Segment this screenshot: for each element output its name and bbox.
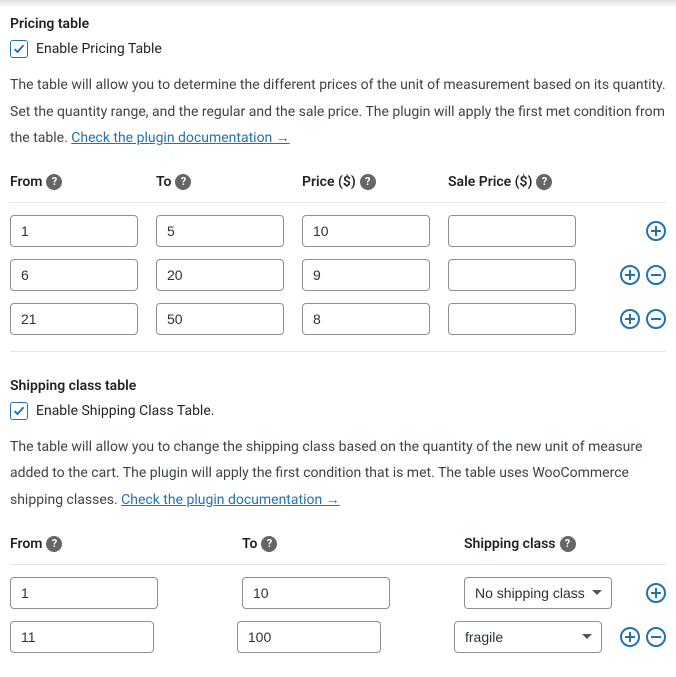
add-row-button[interactable]	[646, 583, 666, 603]
shipping-row: No shipping classfragile	[10, 571, 666, 615]
pricing-title: Pricing table	[10, 16, 666, 32]
help-icon[interactable]: ?	[46, 174, 62, 190]
pricing-doc-link[interactable]: Check the plugin documentation →	[71, 130, 290, 146]
pricing-to-input[interactable]	[156, 259, 284, 291]
divider	[10, 351, 666, 352]
enable-shipping-checkbox[interactable]	[10, 402, 28, 420]
shipping-from-input[interactable]	[10, 577, 158, 609]
pricing-row	[10, 253, 666, 297]
shipping-title: Shipping class table	[10, 378, 666, 394]
pricing-saleprice-input[interactable]	[448, 303, 576, 335]
add-row-button[interactable]	[620, 309, 640, 329]
shipping-description: The table will allow you to change the s…	[10, 434, 666, 514]
pricing-price-input[interactable]	[302, 215, 430, 247]
shipping-to-input[interactable]	[242, 577, 390, 609]
shipping-from-input[interactable]	[10, 621, 154, 653]
enable-shipping-row[interactable]: Enable Shipping Class Table.	[10, 402, 666, 420]
pricing-header-to: To ?	[156, 174, 284, 190]
pricing-from-input[interactable]	[10, 303, 138, 335]
help-icon[interactable]: ?	[261, 536, 277, 552]
help-icon[interactable]: ?	[46, 536, 62, 552]
enable-shipping-label: Enable Shipping Class Table.	[36, 403, 214, 419]
shipping-section: Shipping class table Enable Shipping Cla…	[0, 370, 676, 677]
pricing-from-input[interactable]	[10, 259, 138, 291]
help-icon[interactable]: ?	[360, 174, 376, 190]
pricing-row	[10, 297, 666, 341]
shipping-header-row: From ? To ? Shipping class ?	[10, 528, 666, 565]
shipping-header-from: From ?	[10, 536, 158, 552]
pricing-header-saleprice: Sale Price ($) ?	[448, 174, 576, 190]
shipping-to-input[interactable]	[237, 621, 381, 653]
shipping-row: No shipping classfragile	[10, 615, 666, 659]
pricing-header-row: From ? To ? Price ($) ? Sale Price ($) ?	[10, 166, 666, 203]
add-row-button[interactable]	[620, 265, 640, 285]
pricing-saleprice-input[interactable]	[448, 215, 576, 247]
shipping-class-select[interactable]: No shipping classfragile	[454, 621, 602, 653]
help-icon[interactable]: ?	[560, 536, 576, 552]
enable-pricing-label: Enable Pricing Table	[36, 41, 162, 57]
pricing-saleprice-input[interactable]	[448, 259, 576, 291]
shipping-doc-link[interactable]: Check the plugin documentation →	[121, 492, 340, 508]
pricing-to-input[interactable]	[156, 215, 284, 247]
pricing-row	[10, 209, 666, 253]
shipping-header-to: To ?	[242, 536, 390, 552]
enable-pricing-checkbox[interactable]	[10, 40, 28, 58]
pricing-from-input[interactable]	[10, 215, 138, 247]
pricing-price-input[interactable]	[302, 259, 430, 291]
remove-row-button[interactable]	[646, 309, 666, 329]
pricing-to-input[interactable]	[156, 303, 284, 335]
remove-row-button[interactable]	[646, 627, 666, 647]
add-row-button[interactable]	[620, 627, 640, 647]
pricing-header-price: Price ($) ?	[302, 174, 430, 190]
enable-pricing-row[interactable]: Enable Pricing Table	[10, 40, 666, 58]
pricing-description: The table will allow you to determine th…	[10, 72, 666, 152]
help-icon[interactable]: ?	[536, 174, 552, 190]
add-row-button[interactable]	[646, 221, 666, 241]
remove-row-button[interactable]	[646, 265, 666, 285]
shipping-class-select[interactable]: No shipping classfragile	[464, 577, 612, 609]
pricing-section: Pricing table Enable Pricing Table The t…	[0, 8, 676, 370]
shipping-header-class: Shipping class ?	[464, 536, 612, 552]
help-icon[interactable]: ?	[175, 174, 191, 190]
pricing-header-from: From ?	[10, 174, 138, 190]
pricing-price-input[interactable]	[302, 303, 430, 335]
